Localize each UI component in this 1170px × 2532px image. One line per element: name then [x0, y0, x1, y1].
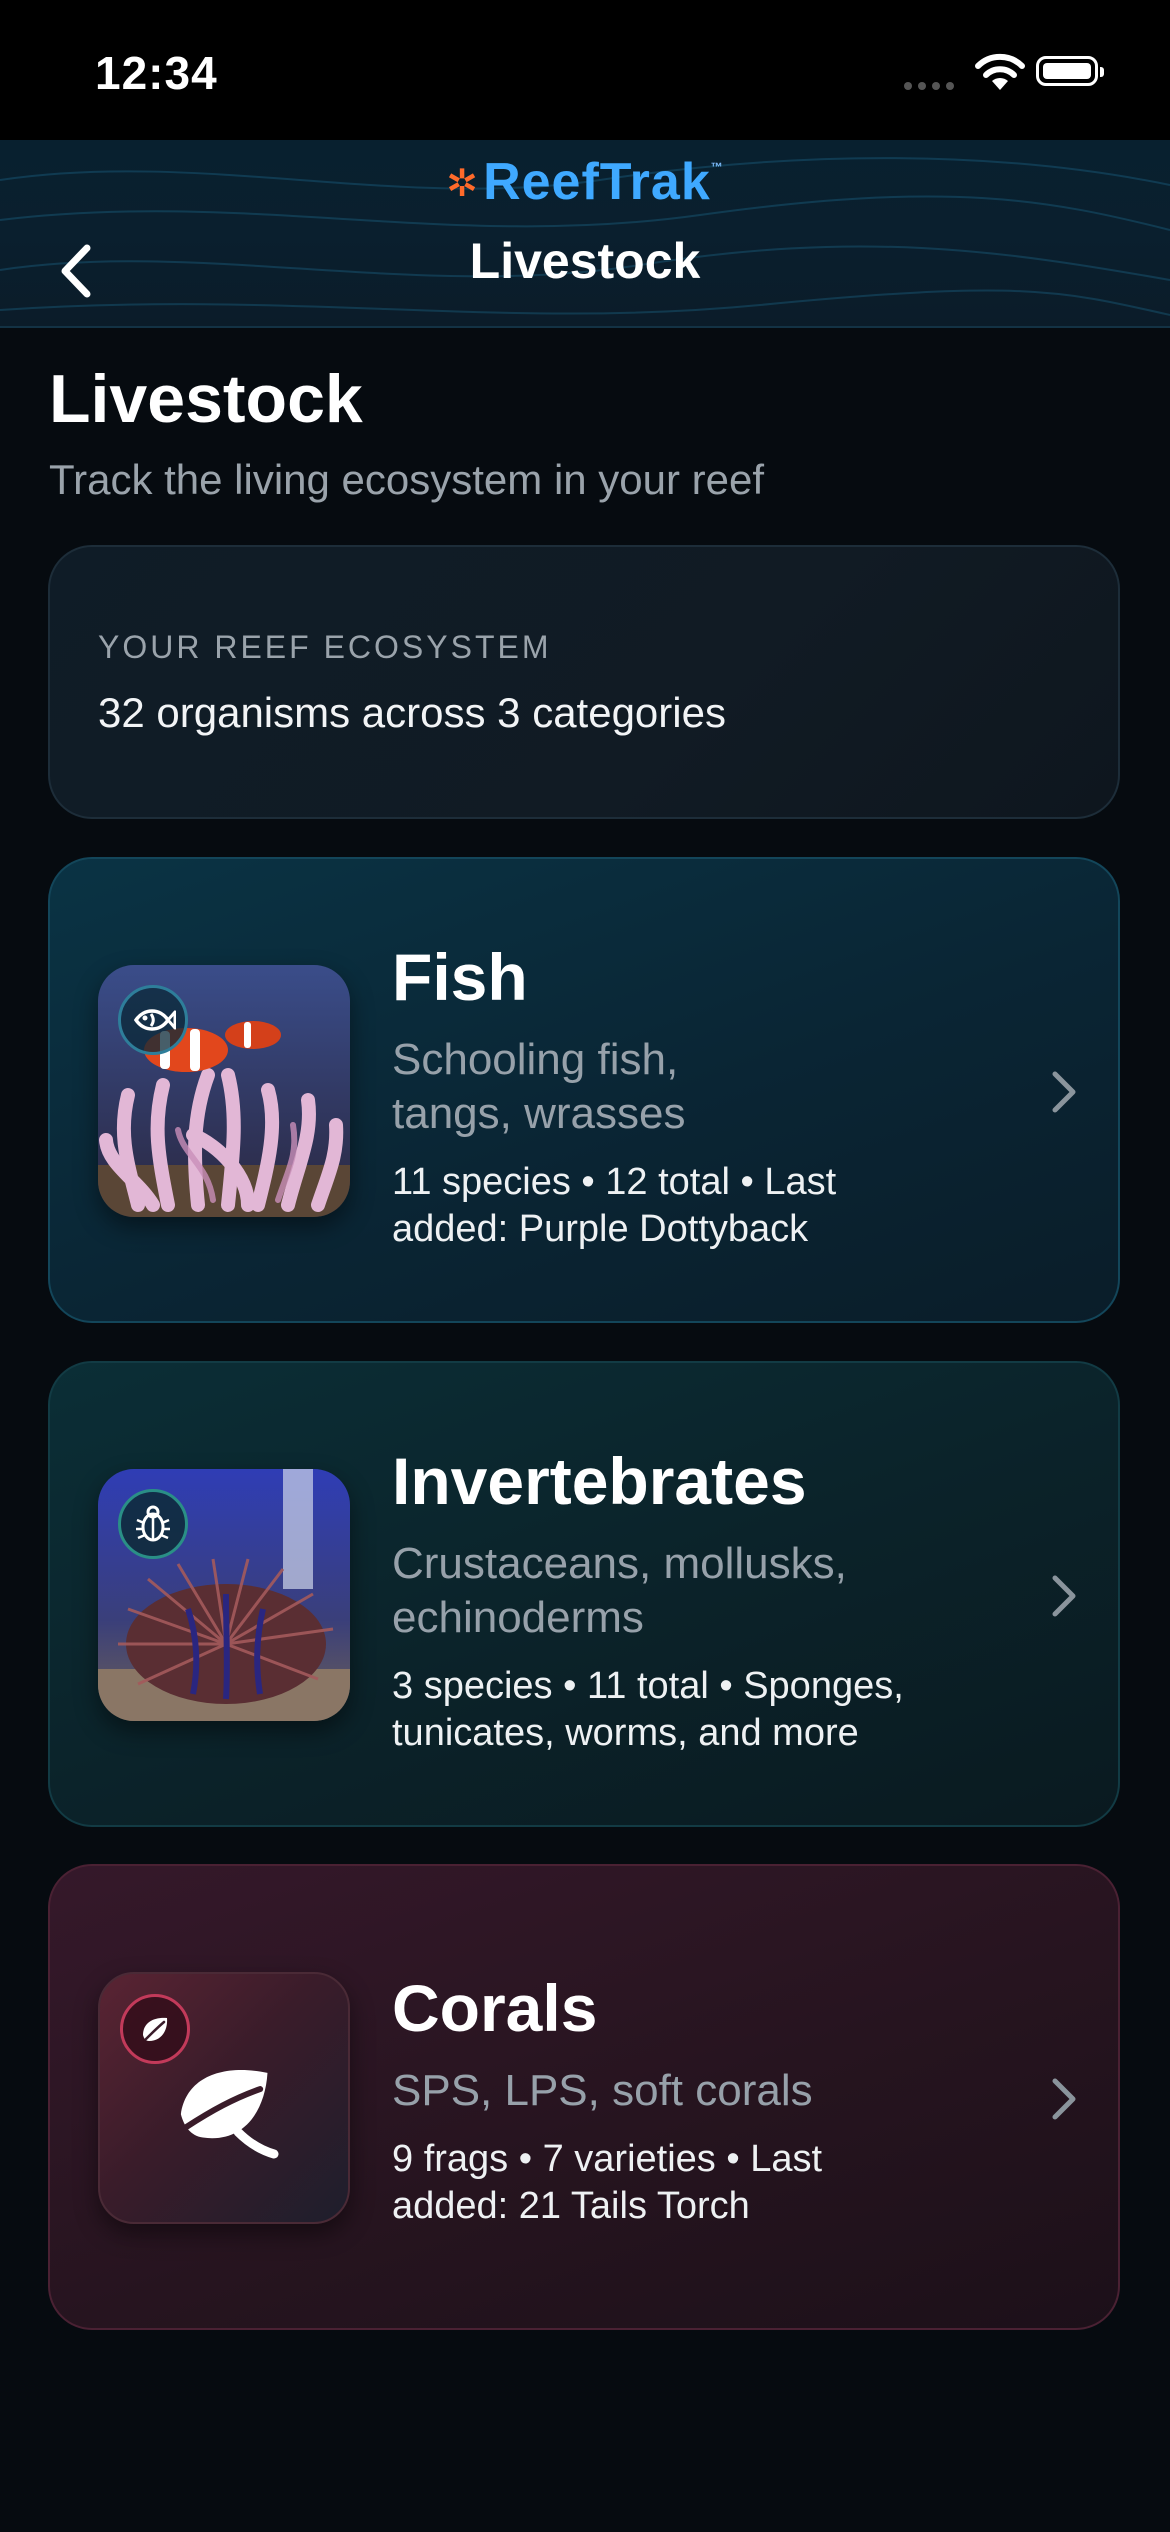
category-stats: 11 species • 12 total • Last added: Purp… [392, 1161, 837, 1250]
nav-title: Livestock [469, 233, 701, 289]
category-name: Corals [392, 1971, 598, 2045]
leaf-icon [143, 2017, 168, 2041]
invertebrates-thumbnail [98, 1469, 350, 1721]
ecosystem-summary-card: YOUR REEF ECOSYSTEM 32 organisms across … [48, 545, 1120, 819]
fish-thumbnail [98, 965, 350, 1217]
ecosystem-label: YOUR REEF ECOSYSTEM [98, 629, 552, 665]
fish-icon [133, 1009, 176, 1031]
invertebrates-badge [118, 1489, 188, 1559]
status-time: 12:34 [95, 47, 218, 99]
fish-badge [118, 985, 188, 1055]
category-description: SPS, LPS, soft corals [392, 2066, 813, 2115]
navigation-bar: ✲ReefTrak™ Livestock [0, 140, 1170, 328]
battery-icon [1036, 56, 1104, 86]
page-title: Livestock [49, 361, 363, 437]
category-card-invertebrates[interactable]: Invertebrates Crustaceans, mollusks, ech… [48, 1361, 1120, 1827]
status-bar: 12:34 [0, 0, 1170, 140]
category-description: Schooling fish, tangs, wrasses [392, 1035, 686, 1138]
cellular-signal-icon [904, 82, 954, 90]
category-card-fish[interactable]: Fish Schooling fish, tangs, wrasses 11 s… [48, 857, 1120, 1323]
category-name: Invertebrates [392, 1444, 807, 1518]
coral-logo-icon: ✲ [446, 163, 480, 205]
chevron-right-icon [1044, 1566, 1084, 1626]
category-name: Fish [392, 940, 528, 1014]
wifi-icon [975, 53, 1025, 90]
category-stats: 3 species • 11 total • Sponges, tunicate… [392, 1665, 904, 1754]
corals-badge [120, 1994, 190, 2064]
corals-thumbnail [98, 1972, 350, 2224]
bug-icon [136, 1505, 170, 1542]
category-description: Crustaceans, mollusks, echinoderms [392, 1539, 847, 1642]
status-icons [904, 52, 1114, 96]
app-logo: ✲ReefTrak™ [0, 152, 1170, 212]
category-card-corals[interactable]: Corals SPS, LPS, soft corals 9 frags • 7… [48, 1864, 1120, 2330]
category-stats: 9 frags • 7 varieties • Last added: 21 T… [392, 2138, 823, 2227]
ecosystem-summary: 32 organisms across 3 categories [98, 689, 726, 736]
logo-text: ReefTrak [483, 153, 711, 211]
page-subtitle: Track the living ecosystem in your reef [49, 456, 765, 503]
chevron-right-icon [1044, 1062, 1084, 1122]
chevron-right-icon [1044, 2069, 1084, 2129]
logo-trademark: ™ [710, 160, 724, 174]
